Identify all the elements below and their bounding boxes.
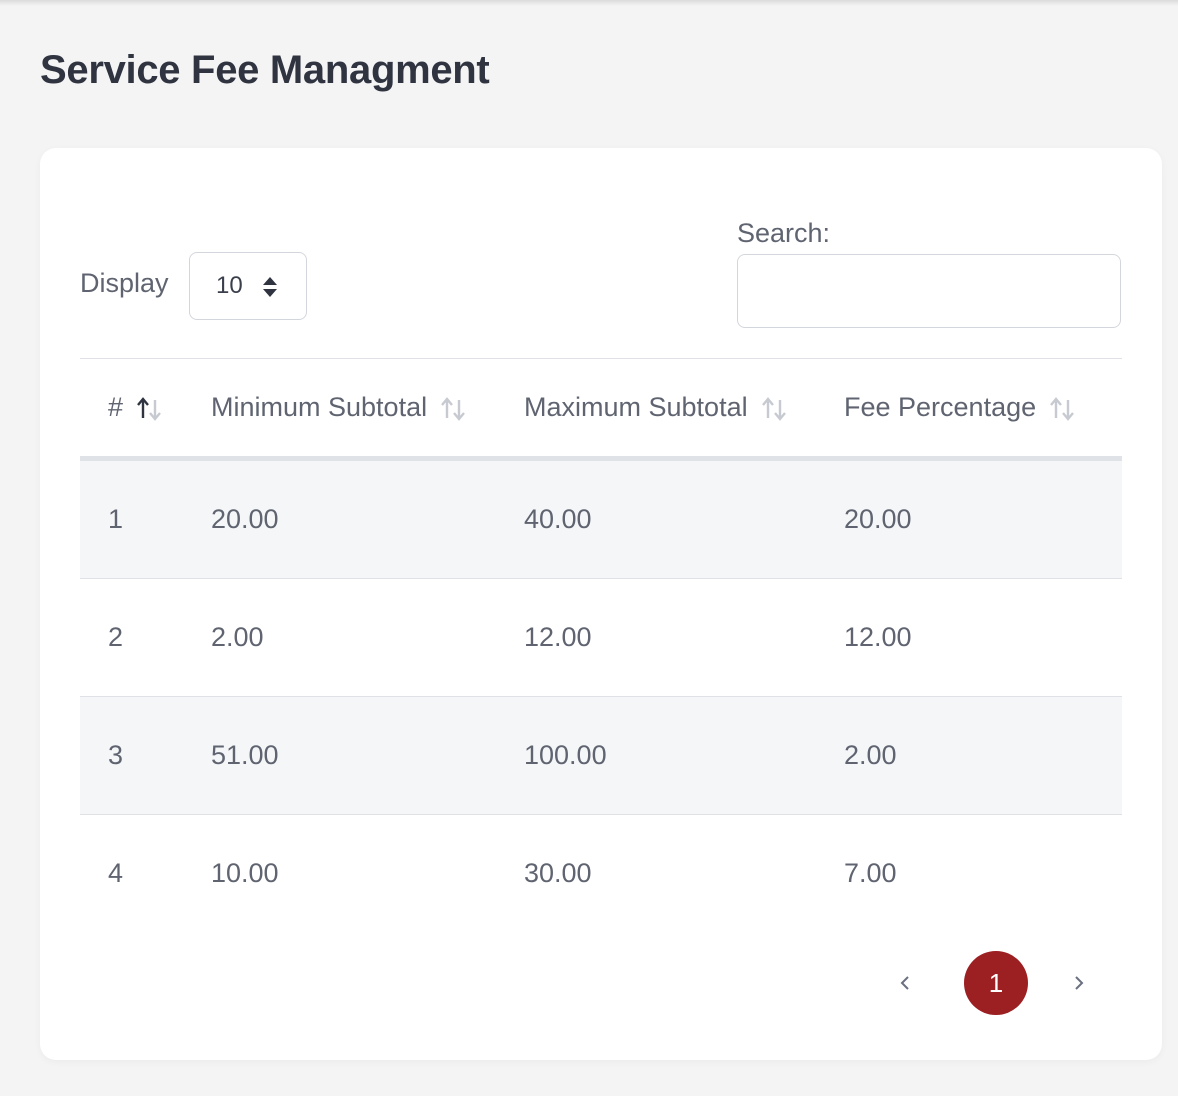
cell-minimum-subtotal: 51.00 — [211, 696, 524, 815]
pagination: 1 — [890, 950, 1094, 1016]
chevron-left-icon — [900, 976, 909, 990]
sort-arrows-icon — [1050, 397, 1075, 421]
search-input[interactable] — [737, 254, 1121, 328]
fees-card: Display 10 Search: # Minimum Subtotal Ma… — [40, 148, 1162, 1060]
cell-minimum-subtotal: 10.00 — [211, 858, 279, 888]
sort-arrows-icon — [441, 397, 466, 421]
previous-page-button[interactable] — [890, 968, 920, 998]
search-label: Search: — [737, 218, 831, 248]
column-header-label: Maximum Subtotal — [524, 392, 748, 422]
cell-truncated — [1120, 458, 1122, 579]
sort-arrows-icon — [761, 397, 786, 421]
column-header-minimum-subtotal[interactable]: Minimum Subtotal — [211, 359, 524, 461]
column-header-number[interactable]: # — [80, 359, 211, 461]
cell-number: 3 — [80, 696, 211, 815]
fees-table: # Minimum Subtotal Maximum Subtotal Fee … — [80, 359, 1122, 919]
display-label: Display — [80, 268, 169, 298]
table-row: 2 2.00 12.00 12.00 — [80, 578, 1122, 697]
cell-fee-percentage: 12.00 — [844, 578, 1120, 697]
column-header-label: # — [108, 392, 124, 422]
cell-minimum-subtotal: 20.00 — [211, 458, 524, 579]
page-title: Service Fee Managment — [40, 48, 490, 92]
cell-number: 1 — [80, 458, 211, 579]
cell-maximum-subtotal: 12.00 — [524, 578, 844, 697]
sort-ascending-icon — [137, 397, 161, 421]
cell-minimum-subtotal: 2.00 — [211, 578, 524, 697]
column-header-fee-percentage[interactable]: Fee Percentage — [844, 359, 1120, 461]
column-header-label: Fee Percentage — [844, 392, 1037, 422]
cell-number: 2 — [80, 578, 211, 697]
cell-fee-percentage: 2.00 — [844, 696, 1120, 815]
cell-maximum-subtotal: 40.00 — [524, 458, 844, 579]
column-header-maximum-subtotal[interactable]: Maximum Subtotal — [524, 359, 844, 461]
cell-number: 4 — [108, 858, 124, 888]
fees-table-wrapper: # Minimum Subtotal Maximum Subtotal Fee … — [80, 358, 1122, 919]
page-button-current[interactable]: 1 — [964, 951, 1028, 1015]
column-header-label: Minimum Subtotal — [211, 392, 428, 422]
cell-maximum-subtotal: 30.00 — [524, 858, 592, 888]
cell-fee-percentage: 20.00 — [844, 458, 1120, 579]
table-row: 3 51.00 100.00 2.00 — [80, 696, 1122, 815]
next-page-button[interactable] — [1064, 968, 1094, 998]
cell-truncated — [1120, 815, 1122, 920]
cell-truncated — [1120, 696, 1122, 815]
cell-maximum-subtotal: 100.00 — [524, 696, 844, 815]
table-row: 4 10.00 30.00 7.00 — [80, 815, 1122, 920]
page-size-select[interactable]: 10 — [189, 252, 307, 320]
cell-truncated — [1120, 578, 1122, 697]
table-header-row: # Minimum Subtotal Maximum Subtotal Fee … — [80, 359, 1122, 461]
chevron-right-icon — [1075, 976, 1084, 990]
updown-icon — [263, 277, 277, 297]
table-row: 1 20.00 40.00 20.00 — [80, 458, 1122, 579]
column-header-truncated[interactable] — [1120, 359, 1122, 461]
top-shadow — [0, 0, 1178, 6]
cell-fee-percentage: 7.00 — [844, 858, 897, 888]
page-size-value: 10 — [216, 272, 243, 299]
